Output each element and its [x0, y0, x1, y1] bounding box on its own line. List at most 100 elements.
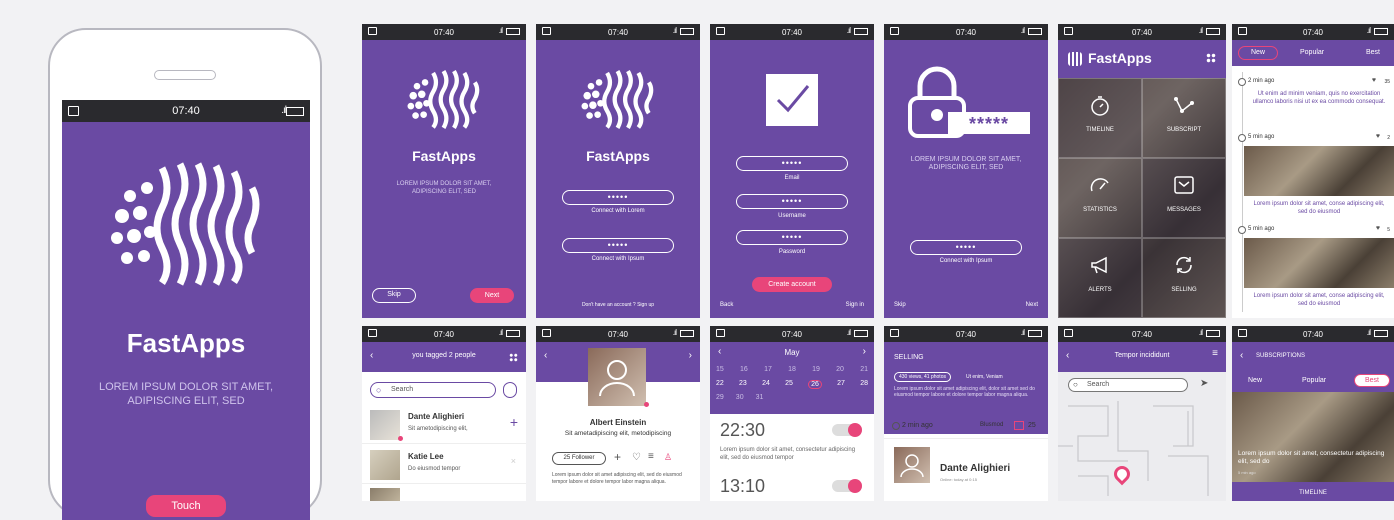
list-item[interactable]: Katie Lee Do eiusmod tempor × [362, 446, 526, 484]
calendar-day[interactable]: 27 [837, 380, 845, 389]
back-icon[interactable]: ‹ [544, 350, 547, 361]
calendar-day[interactable]: 23 [739, 380, 747, 389]
feed-time: 5 min ago [1248, 226, 1275, 232]
mic-icon[interactable] [503, 382, 517, 398]
calendar-day[interactable]: 31 [756, 394, 764, 401]
signup-screen: 07:40 .ıl ••••• Email ••••• Username ••••… [710, 24, 874, 318]
menu-icon[interactable]: ≡ [648, 451, 654, 462]
lorem-password-field[interactable]: ••••• [562, 190, 674, 205]
navigate-icon[interactable]: ➤ [1200, 378, 1208, 389]
map-view[interactable] [1058, 396, 1226, 501]
create-account-button[interactable]: Create account [752, 277, 832, 292]
status-time: 07:40 [1302, 27, 1324, 37]
add-icon[interactable]: + [614, 450, 621, 464]
menu-header: FastApps [1058, 40, 1226, 78]
lock-password-field[interactable]: ••••• [910, 240, 1022, 255]
menu-icon[interactable]: ≡ [1212, 348, 1218, 359]
menu-statistics[interactable]: STATISTICS [1058, 158, 1142, 238]
list-item[interactable]: Dante Alighieri Sit ametodipiscing elit,… [362, 406, 526, 444]
status-time: 07:40 [955, 329, 977, 339]
skip-button[interactable]: Skip [372, 288, 416, 303]
remove-icon[interactable]: × [511, 456, 516, 466]
back-link[interactable]: Back [720, 302, 733, 308]
tagline: LOREM IPSUM DOLOR SIT AMET, ADIPISCING E… [99, 381, 273, 407]
calendar-day[interactable]: 18 [788, 366, 796, 373]
grid-icon[interactable] [509, 353, 518, 362]
subs-card[interactable]: Lorem ipsum dolor sit amet, consectetur … [1232, 392, 1394, 482]
tagline: LOREM IPSUM DOLOR SIT AMET, ADIPISCING E… [396, 181, 492, 195]
tab-new[interactable]: New [1248, 377, 1262, 384]
user-icon[interactable]: ♙ [664, 452, 672, 463]
menu-timeline[interactable]: TIMELINE [1058, 78, 1142, 158]
password-field[interactable]: ••••• [736, 230, 848, 245]
tab-best[interactable]: Best [1354, 374, 1390, 387]
menu-selling[interactable]: SELLING [1142, 238, 1226, 318]
online-dot [644, 402, 649, 407]
feed-item[interactable]: 2 min ago ♥ 35 Ut enim ad minim veniam, … [1232, 72, 1394, 130]
heart-icon[interactable]: ♡ [632, 452, 641, 463]
signup-link[interactable]: Don't have an account ? Sign up [536, 302, 700, 308]
tab-popular[interactable]: Popular [1300, 49, 1324, 56]
connect-lorem-label[interactable]: Connect with Lorem [536, 208, 700, 214]
person-card[interactable]: Dante Alighieri Online: today at 0:15 [884, 438, 1048, 498]
next-month-icon[interactable]: › [863, 346, 866, 357]
calendar-day-selected[interactable]: 26 [808, 380, 822, 389]
follower-pill[interactable]: 25 Follower [552, 452, 606, 465]
forward-icon[interactable]: › [689, 350, 692, 361]
calendar-day[interactable]: 24 [762, 380, 770, 389]
tab-best[interactable]: Best [1366, 49, 1380, 56]
feed-time: 5 min ago [1248, 134, 1275, 140]
menu-label: SELLING [1171, 287, 1197, 293]
login-screen: 07:40 .ıl FastApps ••••• Connect with Lor… [536, 24, 700, 318]
feed-item[interactable]: 5 min ago ♥ 2 Lorem ipsum dolor sit amet… [1232, 130, 1394, 220]
menu-messages[interactable]: MESSAGES [1142, 158, 1226, 238]
search-icon: ○ [1073, 380, 1078, 389]
alarm-toggle[interactable] [832, 479, 862, 493]
add-icon[interactable]: + [510, 414, 518, 430]
tab-popular[interactable]: Popular [1302, 377, 1326, 384]
back-icon[interactable]: ‹ [1240, 350, 1243, 361]
alarm-toggle[interactable] [832, 423, 862, 437]
email-field[interactable]: ••••• [736, 156, 848, 171]
calendar-day[interactable]: 21 [860, 366, 868, 373]
status-bar: 07:40 .ıl [362, 326, 526, 342]
menu-subscript[interactable]: SUBSCRIPT [1142, 78, 1226, 158]
calendar-day[interactable]: 28 [860, 380, 868, 389]
app-logo-icon [1068, 52, 1082, 66]
app-title: FastApps [586, 148, 650, 164]
calendar-day[interactable]: 29 [716, 394, 724, 401]
calendar-day[interactable]: 16 [740, 366, 748, 373]
calendar-day[interactable]: 25 [785, 380, 793, 389]
grid-icon[interactable] [1206, 53, 1216, 63]
menu-alerts[interactable]: ALERTS [1058, 238, 1142, 318]
calendar-day[interactable]: 30 [736, 394, 744, 401]
status-time: 07:40 [1302, 329, 1324, 339]
status-bar: 07:40 .ıl [710, 24, 874, 40]
search-placeholder: Search [391, 386, 414, 393]
tagged-screen: 07:40 .ıl ‹ you tagged 2 people ○ Search … [362, 326, 526, 501]
username-field[interactable]: ••••• [736, 194, 848, 209]
signin-link[interactable]: Sign in [846, 302, 864, 308]
ipsum-password-field[interactable]: ••••• [562, 238, 674, 253]
calendar-day[interactable]: 15 [716, 366, 724, 373]
next-button[interactable]: Next [470, 288, 514, 303]
touch-button[interactable]: Touch [146, 495, 226, 517]
feed-time: 2 min ago [1248, 78, 1275, 84]
profile-name: Albert Einstein [589, 418, 647, 427]
connect-ipsum-label[interactable]: Connect with Ipsum [884, 258, 1048, 264]
calendar-day[interactable]: 17 [764, 366, 772, 373]
calendar-day[interactable]: 20 [836, 366, 844, 373]
skip-link[interactable]: Skip [894, 302, 906, 308]
tab-new[interactable]: New [1238, 46, 1278, 60]
connect-ipsum-label[interactable]: Connect with Ipsum [536, 256, 700, 262]
map-search-input[interactable]: ○ Search [1068, 378, 1188, 392]
feed-item[interactable]: 5 min ago ♥ 5 Lorem ipsum dolor sit amet… [1232, 222, 1394, 312]
app-title: FastApps [1088, 50, 1152, 66]
list-item[interactable] [370, 488, 400, 501]
search-input[interactable]: ○ Search [370, 382, 496, 398]
message-icon[interactable] [1014, 421, 1024, 430]
next-link[interactable]: Next [1026, 302, 1038, 308]
calendar-day[interactable]: 19 [812, 366, 820, 373]
map-screen: 07:40 .ıl ‹ Tempor incididunt ≡ ○ Search … [1058, 326, 1226, 501]
calendar-day[interactable]: 22 [716, 380, 724, 389]
